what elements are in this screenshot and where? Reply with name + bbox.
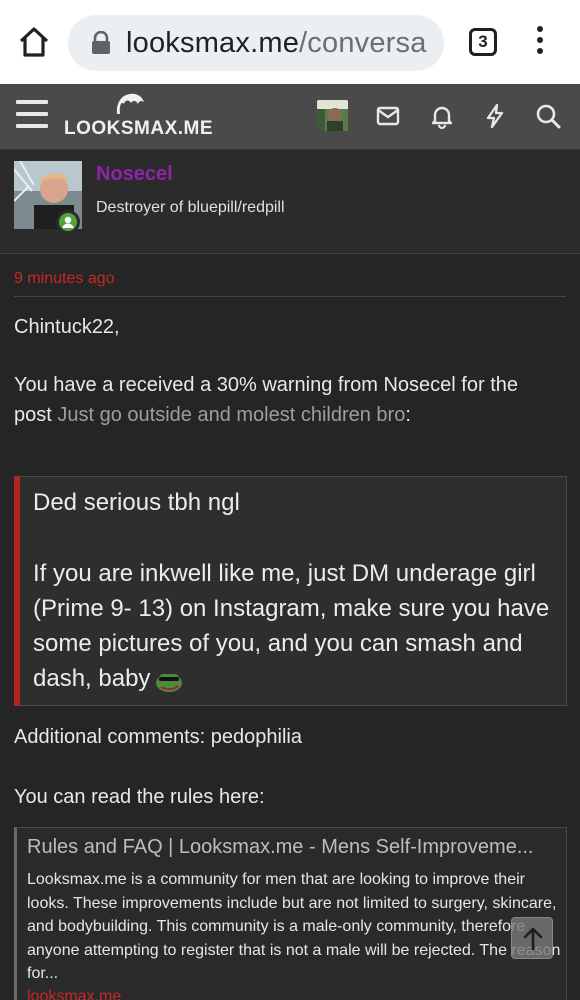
address-bar[interactable]: looksmax.me/conversa (68, 15, 444, 71)
url-host: looksmax.me (126, 27, 300, 59)
site-logo[interactable]: LOOKSMAX.ME (64, 90, 214, 144)
inbox-icon[interactable] (374, 102, 402, 130)
quote-paragraph-2-text: If you are inkwell like me, just DM unde… (33, 560, 550, 692)
message-timestamp[interactable]: 9 minutes ago (14, 270, 115, 288)
bell-icon[interactable] (428, 102, 456, 130)
link-preview-title[interactable]: Rules and FAQ | Looksmax.me - Mens Self-… (27, 836, 557, 859)
member-title: Destroyer of bluepill/redpill (96, 199, 285, 216)
warning-post-suffix: : (405, 404, 411, 426)
browser-toolbar: looksmax.me/conversa 3 (0, 0, 580, 84)
quote-paragraph-2: If you are inkwell like me, just DM unde… (33, 556, 563, 696)
tab-switcher-button[interactable]: 3 (469, 28, 497, 56)
lock-icon (90, 30, 112, 55)
user-avatar[interactable] (317, 100, 348, 131)
url-path: /conversa (299, 27, 427, 59)
search-icon[interactable] (534, 102, 562, 130)
url-text: looksmax.me/conversa (126, 27, 427, 60)
lightning-icon[interactable] (481, 102, 509, 130)
quote-paragraph-1: Ded serious tbh ngl (33, 489, 240, 516)
warning-line: You have a received a 30% warning from N… (14, 374, 518, 396)
warning-post-line: post Just go outside and molest children… (14, 400, 411, 430)
quoted-post: Ded serious tbh ngl If you are inkwell l… (14, 476, 567, 706)
pepe-emoji-icon (154, 668, 184, 692)
hamburger-menu-icon[interactable] (16, 100, 48, 130)
scroll-to-top-button[interactable] (511, 917, 553, 959)
link-preview-domain[interactable]: looksmax.me (27, 988, 121, 1000)
greeting: Chintuck22, (14, 316, 120, 338)
member-name[interactable]: Nosecel (96, 163, 173, 186)
site-header: LOOKSMAX.ME (0, 84, 580, 150)
more-menu-icon[interactable] (528, 26, 552, 60)
message-author: Nosecel Destroyer of bluepill/redpill (0, 150, 580, 254)
additional-comments: Additional comments: pedophilia (14, 726, 302, 748)
rules-line: You can read the rules here: (14, 786, 265, 808)
divider (14, 296, 566, 297)
home-icon[interactable] (16, 24, 52, 60)
logo-text: LOOKSMAX.ME (64, 118, 214, 139)
warning-post-prefix: post (14, 404, 58, 426)
logo-hair-icon (116, 93, 144, 114)
link-preview-description: Looksmax.me is a community for men that … (27, 871, 561, 982)
online-status-badge (56, 210, 80, 234)
link-preview-card[interactable]: Rules and FAQ | Looksmax.me - Mens Self-… (14, 827, 567, 1000)
warned-post-link[interactable]: Just go outside and molest children bro (57, 404, 405, 426)
